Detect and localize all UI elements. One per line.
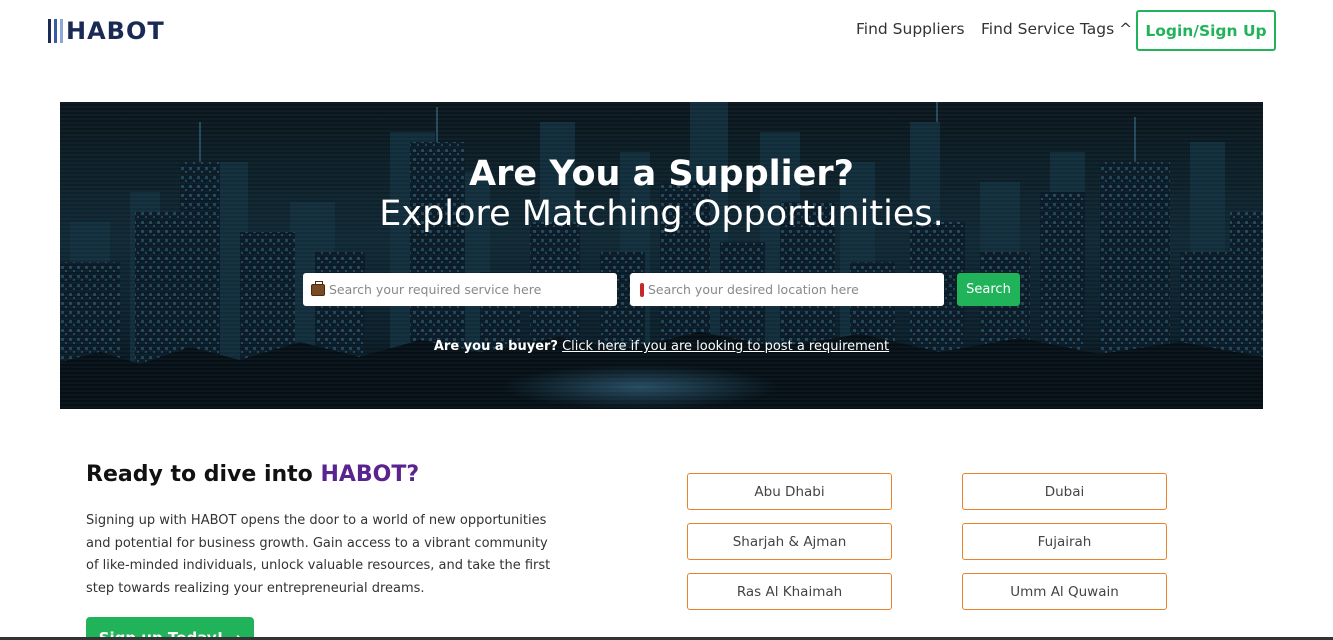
intro-heading: Ready to dive into HABOT? [86,462,419,487]
intro-text: Signing up with HABOT opens the door to … [86,513,551,596]
city-button-dubai[interactable]: Dubai [962,473,1167,510]
hero-subtitle: Explore Matching Opportunities. [379,194,944,234]
city-button-umm-al-quwain[interactable]: Umm Al Quwain [962,573,1167,610]
hero-banner: Are You a Supplier? Explore Matching Opp… [60,102,1263,409]
city-button-abu-dhabi[interactable]: Abu Dhabi [687,473,892,510]
site-header: HABOT Find Suppliers Find Service Tags ^… [0,0,1333,62]
city-button-ras-al-khaimah[interactable]: Ras Al Khaimah [687,573,892,610]
city-skyline-background [60,102,1263,409]
buyer-prompt: Are you a buyer? Click here if you are l… [60,339,1263,354]
location-search-input[interactable] [648,282,928,297]
nav-find-suppliers[interactable]: Find Suppliers [856,20,965,38]
search-button[interactable]: Search [957,273,1020,306]
intro-heading-prefix: Ready to dive into [86,462,321,487]
city-button-sharjah-ajman[interactable]: Sharjah & Ajman [687,523,892,560]
logo-bars-icon [48,19,63,43]
service-search-field[interactable] [303,273,617,306]
exclamation-pin-icon [640,282,644,297]
hero-title: Are You a Supplier? [469,154,854,194]
location-search-field[interactable] [630,273,944,306]
buyer-question: Are you a buyer? [433,339,558,354]
intro-heading-brand: HABOT? [320,462,420,487]
login-signup-button[interactable]: Login/Sign Up [1136,10,1276,51]
post-requirement-link[interactable]: Click here if you are looking to post a … [562,339,889,354]
nav-find-service-tags[interactable]: Find Service Tags ^ [981,20,1132,38]
city-button-fujairah[interactable]: Fujairah [962,523,1167,560]
briefcase-icon [311,280,325,296]
logo-text: HABOT [66,17,165,45]
habot-logo[interactable]: HABOT [48,18,165,44]
service-search-input[interactable] [329,282,609,297]
